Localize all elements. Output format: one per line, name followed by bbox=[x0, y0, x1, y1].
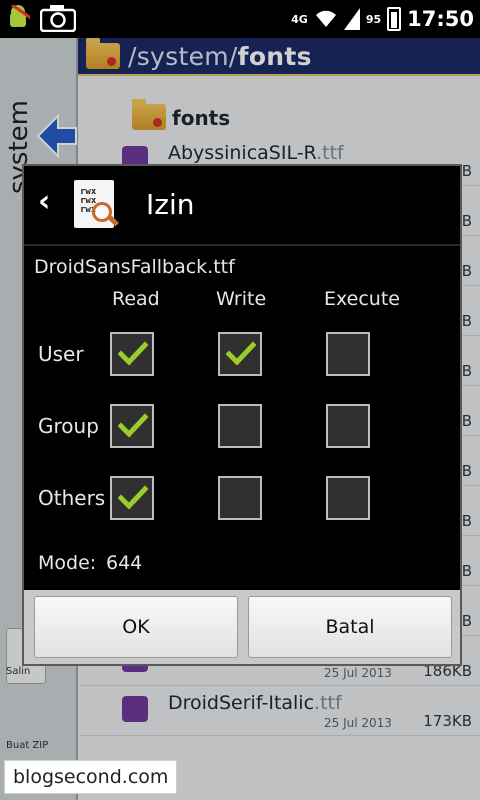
ok-button[interactable]: OK bbox=[34, 596, 238, 658]
checkbox-others-execute[interactable] bbox=[326, 476, 370, 520]
checkmark-icon bbox=[118, 485, 148, 510]
checkbox-user-write[interactable] bbox=[218, 332, 262, 376]
clock: 17:50 bbox=[407, 7, 474, 31]
permissions-icon: rwx rwx rwx bbox=[74, 180, 120, 228]
android-debug-icon bbox=[10, 5, 30, 27]
dialog-button-bar: OK Batal bbox=[24, 590, 460, 664]
watermark: blogsecond.com bbox=[4, 760, 178, 794]
checkbox-others-read[interactable] bbox=[110, 476, 154, 520]
status-bar: 4G 95 17:50 bbox=[0, 0, 480, 38]
back-chevron-icon[interactable]: ‹ bbox=[38, 184, 50, 219]
network-type: 4G bbox=[291, 12, 308, 26]
row-group: Group bbox=[38, 414, 99, 438]
battery-icon bbox=[387, 7, 402, 31]
cancel-button[interactable]: Batal bbox=[248, 596, 452, 658]
dialog-header: ‹ rwx rwx rwx Izin bbox=[24, 166, 460, 246]
battery-level: 95 bbox=[365, 12, 382, 26]
checkbox-group-execute[interactable] bbox=[326, 404, 370, 448]
file-name: DroidSansFallback.ttf bbox=[34, 256, 235, 278]
mode-value: 644 bbox=[106, 552, 143, 574]
dialog-title: Izin bbox=[146, 188, 195, 221]
checkmark-icon bbox=[118, 341, 148, 366]
checkmark-icon bbox=[118, 413, 148, 438]
camera-icon bbox=[40, 5, 76, 32]
mode-label: Mode: bbox=[38, 552, 97, 574]
column-read: Read bbox=[112, 288, 160, 310]
checkbox-user-read[interactable] bbox=[110, 332, 154, 376]
checkbox-group-read[interactable] bbox=[110, 404, 154, 448]
checkmark-icon bbox=[226, 341, 256, 366]
wifi-icon bbox=[315, 10, 336, 28]
checkbox-others-write[interactable] bbox=[218, 476, 262, 520]
column-execute: Execute bbox=[324, 288, 400, 310]
checkbox-user-execute[interactable] bbox=[326, 332, 370, 376]
signal-icon bbox=[343, 8, 360, 30]
permissions-dialog: ‹ rwx rwx rwx Izin DroidSansFallback.ttf R… bbox=[22, 164, 462, 666]
column-write: Write bbox=[216, 288, 267, 310]
checkbox-group-write[interactable] bbox=[218, 404, 262, 448]
row-others: Others bbox=[38, 486, 106, 510]
row-user: User bbox=[38, 342, 84, 366]
